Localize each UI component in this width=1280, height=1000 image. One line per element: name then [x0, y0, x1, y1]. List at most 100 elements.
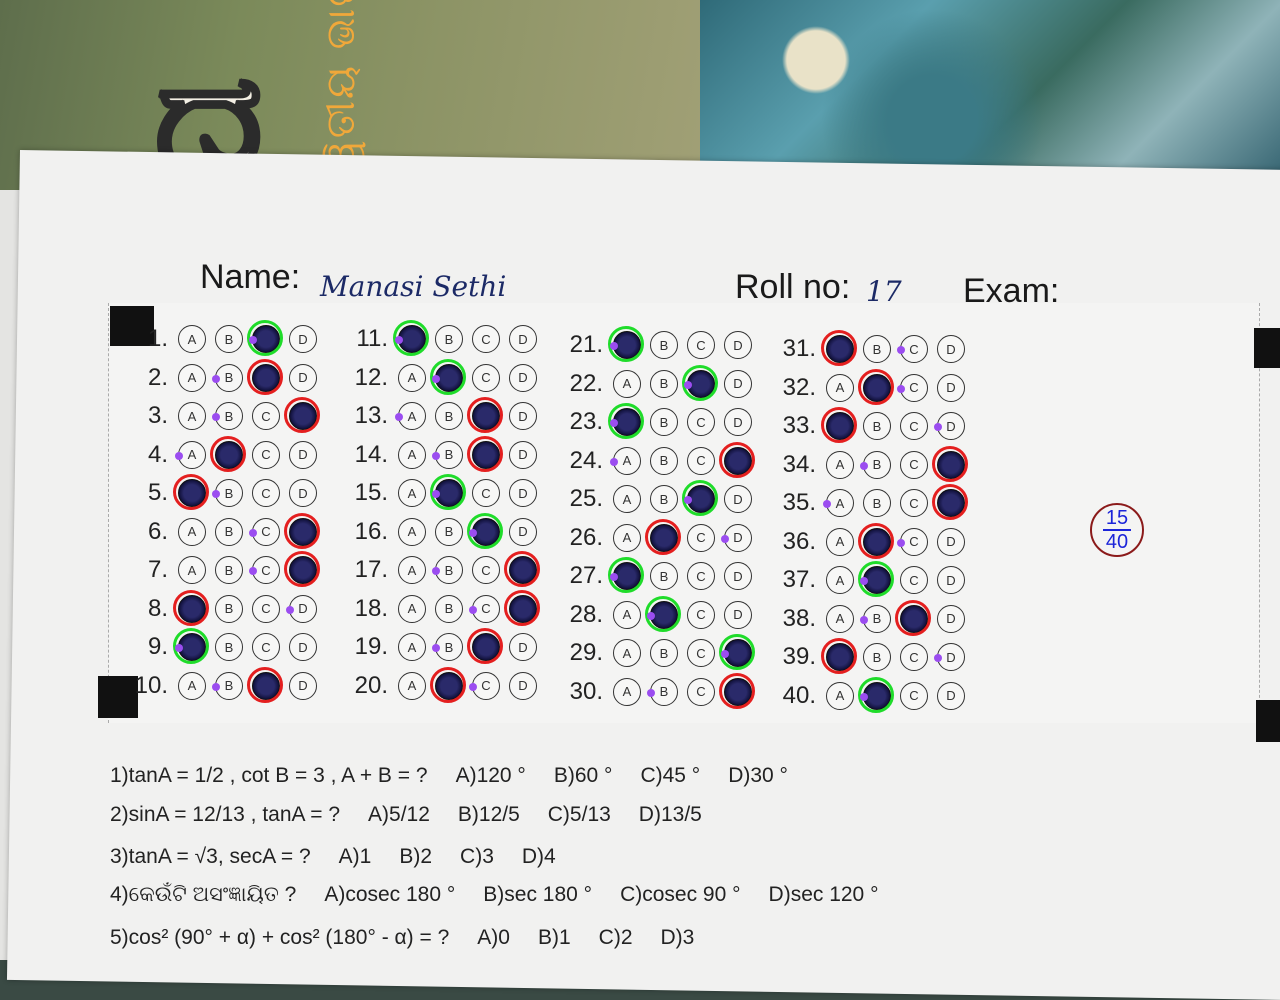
- answer-bubble-d: D: [937, 681, 965, 710]
- answer-bubble-c: C: [687, 600, 715, 629]
- correct-answer-dot: [432, 567, 440, 575]
- answer-bubble-c: C: [900, 489, 928, 517]
- correct-answer-dot: [610, 457, 618, 466]
- fiducial-marker: [1254, 328, 1280, 368]
- question-number: 28.: [569, 600, 603, 628]
- answer-bubble-c: C: [467, 435, 503, 472]
- question-text: 2)sinA = 12/13 , tanA = ?: [110, 803, 341, 826]
- answer-bubble-a: A: [826, 450, 854, 479]
- question-line: 1)tanA = 1/2 , cot B = 3 , A + B = ? A)12…: [110, 764, 816, 788]
- answer-bubble-c: C: [472, 363, 500, 392]
- answer-bubble-a: A: [393, 320, 429, 356]
- wrong-mark: [173, 474, 209, 510]
- answer-bubble-a: A: [608, 326, 644, 362]
- correct-answer-dot: [860, 615, 868, 624]
- answer-bubble-d: D: [284, 397, 320, 433]
- correct-answer-dot: [249, 336, 257, 344]
- question-text: 1)tanA = 1/2 , cot B = 3 , A + B = ?: [110, 764, 428, 787]
- answer-bubble-c: C: [469, 671, 500, 700]
- answer-bubble-a: A: [398, 363, 426, 392]
- question-option: B)1: [537, 926, 571, 949]
- correct-answer-dot: [432, 374, 440, 383]
- question-number: 9.: [147, 633, 168, 660]
- answer-bubble-d: D: [934, 643, 965, 671]
- omr-row: 40. ABCD: [768, 676, 974, 713]
- answer-bubble-b: B: [435, 402, 463, 430]
- answer-bubble-a: A: [178, 363, 206, 392]
- omr-row: 1. ABCD: [120, 320, 326, 356]
- omr-row: 15. ABCD: [340, 474, 546, 510]
- question-number: 32.: [782, 373, 816, 401]
- answer-bubble-b: B: [215, 633, 243, 661]
- answer-bubble-b: B: [650, 446, 678, 475]
- answer-bubble-c: C: [252, 594, 280, 623]
- correct-answer-dot: [432, 451, 440, 460]
- omr-row: 17. ABCD: [340, 551, 546, 587]
- question-option: A)5/12: [368, 803, 430, 826]
- answer-bubble-a: A: [398, 556, 426, 584]
- score-numerator: 15: [1105, 507, 1129, 529]
- answer-bubble-b: B: [432, 633, 463, 661]
- omr-row: 36. ABCD: [768, 522, 974, 559]
- answer-bubble-a: A: [826, 373, 854, 402]
- omr-row: 16. ABCD: [340, 512, 546, 549]
- answer-bubble-d: D: [719, 672, 755, 709]
- answer-bubble-d: D: [509, 363, 537, 392]
- wrong-mark: [467, 628, 503, 664]
- question-number: 14.: [354, 440, 388, 468]
- question-number: 29.: [569, 639, 603, 666]
- answer-bubble-a: A: [178, 402, 206, 430]
- answer-bubble-b: B: [430, 358, 466, 395]
- answer-bubble-d: D: [937, 335, 965, 363]
- answer-bubble-b: B: [858, 561, 894, 597]
- question-option: A)0: [477, 926, 510, 949]
- question-number: 3.: [147, 402, 168, 429]
- answer-bubble-c: C: [247, 666, 283, 703]
- answer-bubble-a: A: [613, 600, 641, 629]
- score-badge: 15 40: [1090, 503, 1144, 557]
- answer-bubble-d: D: [509, 517, 537, 546]
- answer-bubble-b: B: [435, 517, 463, 546]
- answer-bubble-b: B: [650, 408, 678, 436]
- correct-answer-dot: [897, 538, 905, 547]
- question-option: B)sec 180 °: [483, 883, 593, 906]
- answer-bubble-b: B: [215, 325, 243, 353]
- question-number: 25.: [569, 485, 603, 512]
- omr-row: 25. ABCD: [555, 480, 761, 516]
- answer-bubble-c: C: [467, 512, 503, 549]
- answer-bubble-d: D: [289, 479, 317, 507]
- answer-bubble-c: C: [900, 681, 928, 710]
- answer-bubble-b: B: [645, 595, 681, 632]
- answer-bubble-a: A: [821, 638, 857, 674]
- question-number: 16.: [354, 517, 388, 545]
- answer-bubble-c: C: [252, 440, 280, 469]
- answer-bubble-d: D: [509, 402, 537, 430]
- answer-bubble-a: A: [823, 489, 854, 517]
- omr-row: 27.ABCD: [555, 557, 761, 593]
- correct-answer-dot: [897, 384, 905, 393]
- omr-row: 9.ABCD: [120, 628, 326, 664]
- answer-bubble-a: A: [613, 639, 641, 667]
- answer-bubble-c: C: [897, 373, 928, 402]
- answer-bubble-a: A: [613, 677, 641, 706]
- answer-bubble-b: B: [650, 331, 678, 359]
- answer-bubble-a: A: [398, 594, 426, 623]
- correct-answer-dot: [647, 611, 655, 620]
- answer-bubble-a: A: [173, 589, 209, 626]
- answer-bubble-d: D: [289, 440, 317, 469]
- answer-bubble-c: C: [252, 479, 280, 507]
- answer-bubble-a: A: [398, 633, 426, 661]
- wrong-mark: [284, 551, 320, 587]
- correct-answer-dot: [432, 490, 440, 498]
- answer-bubble-b: B: [647, 677, 678, 706]
- answer-bubble-a: A: [613, 485, 641, 513]
- question-number: 17.: [354, 556, 388, 583]
- answer-bubble-d: D: [932, 445, 968, 482]
- answer-bubble-d: D: [719, 441, 755, 478]
- omr-row: 33.ABCD: [768, 407, 974, 443]
- wrong-mark: [430, 666, 466, 703]
- question-number: 18.: [354, 594, 388, 622]
- correct-answer-dot: [610, 419, 618, 427]
- answer-bubble-c: C: [472, 556, 500, 584]
- answer-bubble-c: C: [900, 566, 928, 594]
